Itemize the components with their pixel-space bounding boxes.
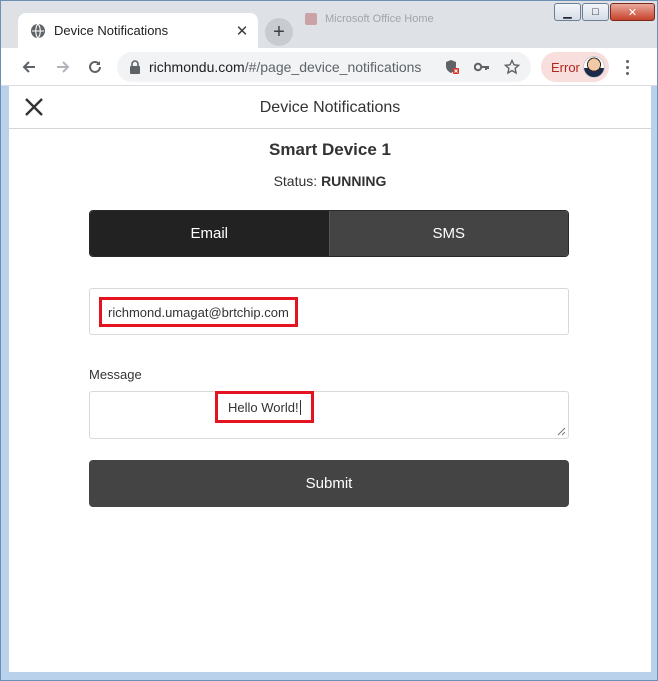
new-tab-button[interactable]: + (265, 18, 293, 46)
maximize-button[interactable]: □ (582, 3, 609, 21)
tab-strip: Device Notifications ✕ + Microsoft Offic… (1, 1, 657, 48)
device-status: Status: RUNNING (9, 173, 651, 189)
address-bar[interactable]: richmondu.com/#/page_device_notification… (117, 52, 531, 82)
submit-button[interactable]: Submit (89, 460, 569, 507)
page-content: Device Notifications Smart Device 1 Stat… (9, 86, 651, 673)
message-value-box: Hello World! (215, 391, 314, 423)
status-value: RUNNING (321, 173, 387, 189)
email-field[interactable]: richmond.umagat@brtchip.com (89, 288, 569, 335)
close-icon[interactable] (23, 96, 45, 118)
tab-title: Device Notifications (54, 23, 169, 38)
office-icon (305, 13, 317, 25)
email-value: richmond.umagat@brtchip.com (99, 297, 298, 327)
browser-tab-active[interactable]: Device Notifications ✕ (18, 13, 258, 48)
status-label: Status: (273, 173, 318, 189)
minimize-button[interactable]: ▁ (554, 3, 581, 21)
window-close-button[interactable]: ✕ (610, 3, 655, 21)
forward-arrow-icon[interactable] (51, 55, 75, 79)
lock-icon (130, 60, 140, 74)
profile-status-text: Error (551, 59, 580, 75)
text-caret (299, 399, 301, 415)
window-frame-left (1, 86, 9, 673)
tab-email[interactable]: Email (90, 211, 329, 256)
page-title: Device Notifications (259, 98, 401, 116)
app-header: Device Notifications (9, 86, 651, 129)
more-menu-icon[interactable] (615, 56, 639, 78)
url-host: richmondu.com (149, 59, 245, 75)
resize-grip-icon[interactable] (557, 427, 566, 436)
tab-sms[interactable]: SMS (328, 211, 568, 256)
browser-toolbar: richmondu.com/#/page_device_notification… (1, 48, 657, 86)
url-path: /#/page_device_notifications (244, 59, 422, 75)
star-icon[interactable] (501, 56, 523, 78)
notification-type-tabs: Email SMS (89, 210, 569, 257)
browser-window: Device Notifications ✕ + Microsoft Offic… (0, 0, 658, 681)
background-tab[interactable]: Microsoft Office Home (301, 9, 541, 29)
avatar (583, 56, 605, 78)
background-tab-title: Microsoft Office Home (325, 13, 434, 25)
reload-icon[interactable] (83, 55, 107, 79)
window-frame-bottom (1, 672, 657, 680)
url-text: richmondu.com/#/page_device_notification… (149, 59, 441, 75)
globe-icon (31, 23, 45, 38)
window-controls: ▁ □ ✕ (554, 3, 655, 21)
back-arrow-icon[interactable] (17, 55, 41, 79)
profile-error-button[interactable]: Error (541, 52, 609, 82)
shield-blocked-icon[interactable] (441, 56, 463, 78)
message-value: Hello World! (228, 399, 299, 415)
key-icon[interactable] (471, 56, 493, 78)
message-textarea[interactable]: Hello World! (89, 391, 569, 439)
tab-close-icon[interactable]: ✕ (232, 21, 252, 41)
message-label: Message (89, 367, 142, 382)
device-name: Smart Device 1 (269, 140, 391, 159)
